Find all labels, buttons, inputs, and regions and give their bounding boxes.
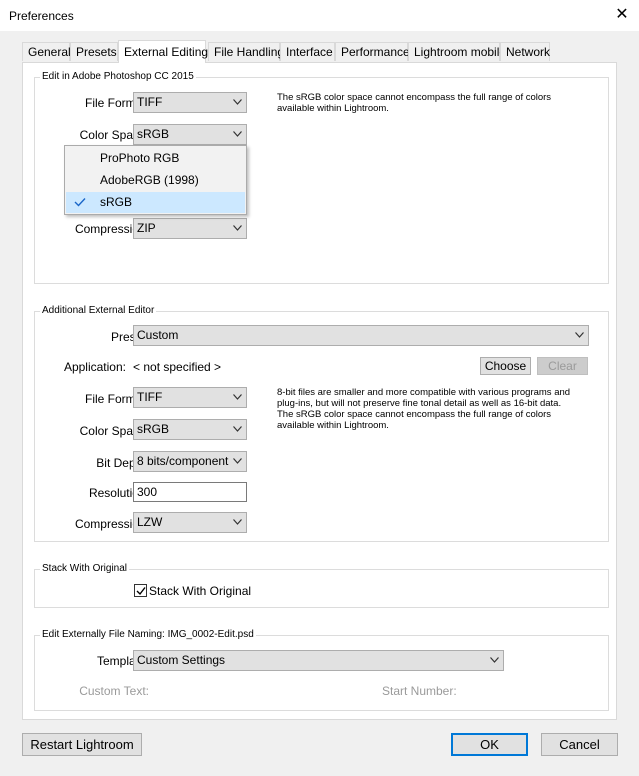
naming-group	[34, 635, 609, 711]
chevron-down-icon	[233, 225, 242, 231]
restart-lightroom-button[interactable]: Restart Lightroom	[22, 733, 142, 756]
preset-select[interactable]: Custom	[133, 325, 589, 346]
resolution-input[interactable]: 300	[133, 482, 247, 502]
tab-performance[interactable]: Performance	[335, 42, 410, 61]
chevron-down-icon	[233, 458, 242, 464]
chevron-down-icon	[490, 657, 499, 663]
clear-button[interactable]: Clear	[537, 357, 588, 375]
application-value: < not specified >	[133, 360, 222, 374]
start-number-label: Start Number:	[382, 684, 457, 698]
tab-general[interactable]: General	[22, 42, 71, 61]
naming-example: IMG_0002-Edit.psd	[167, 629, 254, 640]
color-space-option[interactable]: AdobeRGB (1998)	[66, 170, 245, 191]
choose-button[interactable]: Choose	[480, 357, 531, 375]
tab-external-editing[interactable]: External Editing	[118, 40, 208, 63]
chevron-down-icon	[233, 519, 242, 525]
chevron-down-icon	[575, 332, 584, 338]
stack-checkbox-label[interactable]: Stack With Original	[149, 584, 251, 598]
ae-color-space-select[interactable]: sRGB	[133, 419, 247, 440]
ok-button[interactable]: OK	[451, 733, 528, 756]
template-select[interactable]: Custom Settings	[133, 650, 504, 671]
custom-text-label: Custom Text:	[79, 684, 149, 698]
application-label: Application:	[63, 360, 126, 374]
bit-depth-value: 8 bits/component	[137, 454, 229, 468]
color-space-option[interactable]: ProPhoto RGB	[66, 148, 245, 169]
naming-group-title: Edit Externally File Naming:	[42, 629, 165, 640]
ae-file-format-select[interactable]: TIFF	[133, 387, 247, 408]
naming-group-label: Edit Externally File Naming: IMG_0002-Ed…	[40, 629, 256, 640]
tab-network[interactable]: Network	[500, 42, 550, 61]
window-title: Preferences	[9, 9, 74, 23]
cancel-button[interactable]: Cancel	[541, 733, 618, 756]
chevron-down-icon	[233, 394, 242, 400]
ae-bit-depth-note: 8-bit files are smaller and more compati…	[277, 387, 571, 431]
ps-color-space-value: sRGB	[137, 127, 170, 141]
preset-value: Custom	[137, 328, 179, 342]
ps-color-space-select[interactable]: sRGB	[133, 124, 247, 145]
ps-file-format-select[interactable]: TIFF	[133, 92, 247, 113]
stack-group-label: Stack With Original	[40, 563, 130, 574]
option-label: ProPhoto RGB	[100, 151, 180, 165]
chevron-down-icon	[233, 426, 242, 432]
ae-compression-value: LZW	[137, 515, 163, 529]
close-icon[interactable]: ✕	[611, 4, 633, 26]
stack-group	[34, 569, 609, 608]
option-label: sRGB	[100, 195, 133, 209]
bit-depth-select[interactable]: 8 bits/component	[133, 451, 247, 472]
ae-color-space-value: sRGB	[137, 422, 170, 436]
ae-compression-select[interactable]: LZW	[133, 512, 247, 533]
tab-file-handling[interactable]: File Handling	[208, 42, 284, 61]
photoshop-group-label: Edit in Adobe Photoshop CC 2015	[40, 71, 196, 82]
ps-compression-value: ZIP	[137, 221, 156, 235]
additional-editor-group-label: Additional External Editor	[40, 305, 157, 316]
tab-presets[interactable]: Presets	[70, 42, 118, 61]
color-space-dropdown: ProPhoto RGB AdobeRGB (1998) sRGB	[64, 145, 247, 215]
check-icon	[136, 587, 146, 596]
chevron-down-icon	[233, 131, 242, 137]
tab-lightroom-mobile[interactable]: Lightroom mobile	[408, 42, 506, 61]
ps-color-space-note: The sRGB color space cannot encompass th…	[277, 92, 552, 114]
ps-compression-select[interactable]: ZIP	[133, 218, 247, 239]
template-value: Custom Settings	[137, 653, 226, 667]
ps-file-format-value: TIFF	[137, 95, 163, 109]
ae-file-format-value: TIFF	[137, 390, 163, 404]
chevron-down-icon	[233, 99, 242, 105]
option-label: AdobeRGB (1998)	[100, 173, 199, 187]
color-space-option-selected[interactable]: sRGB	[66, 192, 245, 213]
stack-checkbox[interactable]	[134, 584, 147, 597]
title-bar: Preferences ✕	[0, 0, 639, 31]
check-icon	[74, 198, 86, 207]
tab-interface[interactable]: Interface	[280, 42, 335, 61]
